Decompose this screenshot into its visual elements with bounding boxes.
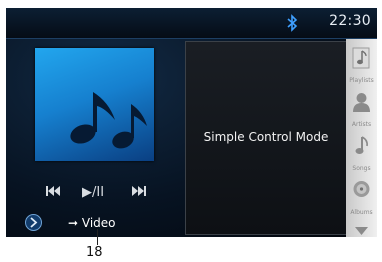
previous-track-button[interactable] [46, 185, 60, 200]
artist-icon [353, 93, 370, 112]
skip-previous-icon [46, 186, 60, 196]
callout-leader-line [97, 229, 98, 245]
status-bar: 22:30 [6, 8, 377, 39]
sidebar-item-playlists[interactable]: Playlists [346, 43, 377, 87]
sidebar-label-artists: Artists [351, 121, 372, 128]
album-art [35, 48, 154, 161]
music-note-icon [70, 92, 147, 149]
song-icon [355, 136, 368, 154]
head-unit-screen: 22:30 ▶/II Simple Control Mode ➞ Video P… [6, 8, 377, 237]
bluetooth-icon [286, 14, 298, 32]
simple-control-mode-panel[interactable]: Simple Control Mode [185, 41, 347, 235]
chevron-right-icon [30, 217, 38, 228]
category-sidebar: Playlists Artists Songs Albums [346, 39, 377, 237]
sidebar-item-songs[interactable]: Songs [346, 131, 377, 175]
skip-next-icon [132, 186, 146, 196]
sidebar-item-artists[interactable]: Artists [346, 87, 377, 131]
sidebar-label-songs: Songs [352, 165, 371, 172]
sidebar-label-playlists: Playlists [349, 77, 374, 84]
video-link[interactable]: ➞ Video [68, 216, 116, 230]
main-area: ▶/II Simple Control Mode ➞ Video [6, 39, 347, 237]
sidebar-scroll-down-button[interactable] [355, 220, 368, 237]
sidebar-label-albums: Albums [350, 209, 373, 216]
chevron-down-icon [355, 227, 368, 235]
album-icon [353, 181, 370, 197]
nav-right-button[interactable] [25, 214, 42, 231]
next-track-button[interactable] [132, 185, 146, 200]
panel-label: Simple Control Mode [203, 130, 329, 144]
clock: 22:30 [329, 13, 371, 29]
sidebar-item-albums[interactable]: Albums [346, 175, 377, 219]
callout-number: 18 [86, 245, 103, 260]
play-pause-button[interactable]: ▶/II [82, 185, 104, 200]
playlist-icon [352, 47, 370, 69]
